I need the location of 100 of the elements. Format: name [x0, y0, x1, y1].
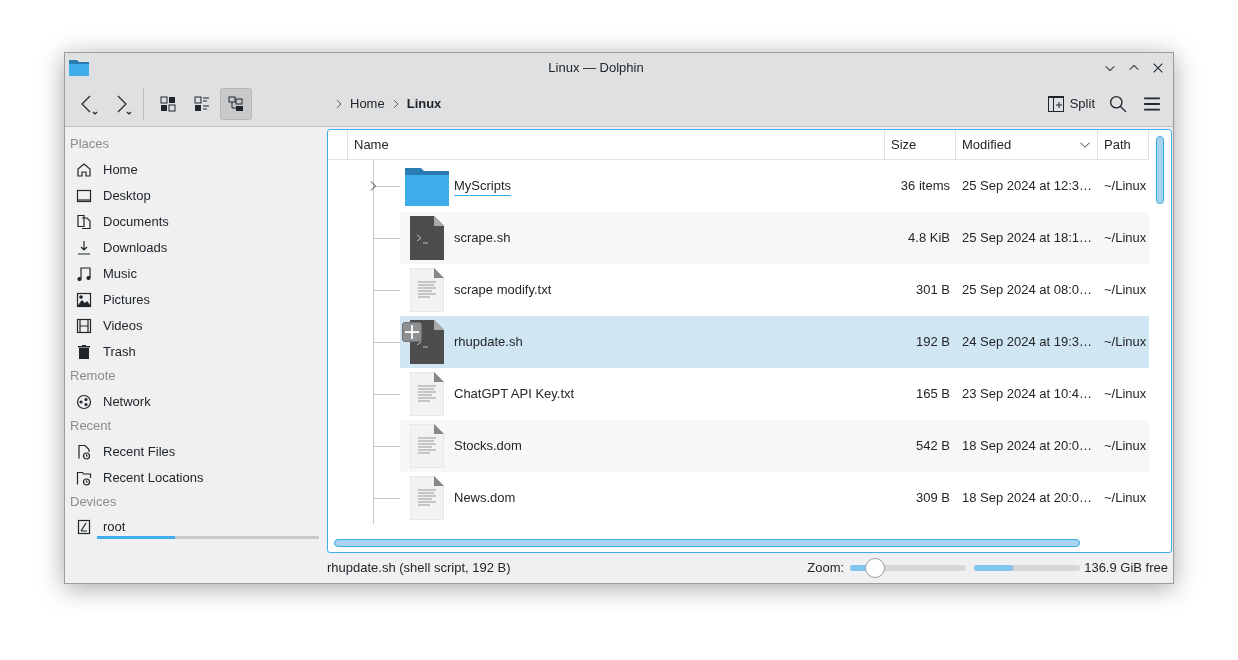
file-name: MyScripts: [454, 175, 512, 197]
column-label: Modified: [962, 135, 1013, 154]
documents-icon: [76, 214, 92, 230]
place-label: Documents: [103, 213, 169, 232]
breadcrumb-item[interactable]: Home: [350, 94, 385, 114]
recent-file-icon: [76, 444, 92, 460]
place-label: Trash: [103, 343, 136, 362]
section-header: Devices: [70, 493, 118, 511]
text-file-icon: [410, 476, 444, 520]
sidebar-item[interactable]: Videos: [70, 316, 319, 336]
path-cell-text: ~/Linux: [1103, 229, 1148, 248]
column-label: Name: [354, 135, 390, 154]
sidebar-item[interactable]: Trash: [70, 342, 319, 362]
zoom-slider[interactable]: [850, 558, 967, 578]
script-file-icon: [410, 216, 444, 260]
tree-icon: [228, 96, 244, 112]
zoom-label: Zoom:: [807, 559, 845, 578]
place-label: Home: [103, 161, 138, 180]
path-cell-text: ~/Linux: [1103, 281, 1148, 300]
modified-cell-text: 24 Sep 2024 at 19:3…: [961, 333, 1094, 352]
section-header: Recent: [70, 417, 113, 435]
place-label: Desktop: [103, 187, 151, 206]
file-name: scrape.sh: [454, 229, 511, 248]
split-button[interactable]: Split: [1047, 94, 1095, 114]
file-name: Stocks.dom: [454, 437, 522, 456]
text-file-icon: [410, 424, 444, 468]
folder-icon: [69, 59, 89, 76]
sidebar-item[interactable]: Network: [70, 392, 319, 412]
place-label: Network: [103, 393, 151, 412]
place-label: Recent Locations: [103, 469, 204, 488]
modified-cell-text: 25 Sep 2024 at 12:3…: [961, 177, 1094, 196]
column-header[interactable]: Modified: [956, 130, 1098, 159]
modified-cell-text: 18 Sep 2024 at 20:0…: [961, 437, 1094, 456]
place-label: Music: [103, 265, 137, 284]
grid-icon: [160, 96, 176, 112]
file-name: scrape modify.txt: [454, 281, 552, 300]
folder-icon: [405, 166, 449, 206]
text-file-icon: [410, 372, 444, 416]
window-title: Linux — Dolphin: [547, 58, 645, 77]
view-mode-button[interactable]: [220, 88, 252, 120]
column-label: Size: [891, 135, 918, 154]
vertical-scrollbar[interactable]: [1156, 136, 1164, 204]
place-label: Recent Files: [103, 443, 176, 462]
column-label: Path: [1104, 135, 1132, 154]
modified-cell-text: 25 Sep 2024 at 18:1…: [961, 229, 1094, 248]
drive-icon: [76, 518, 92, 535]
path-cell-text: ~/Linux: [1103, 333, 1148, 352]
size-cell-text: 165 B: [915, 385, 951, 404]
path-cell-text: ~/Linux: [1103, 437, 1148, 456]
column-header[interactable]: Path: [1098, 130, 1149, 159]
modified-cell-text: 25 Sep 2024 at 08:0…: [961, 281, 1094, 300]
download-icon: [76, 240, 92, 256]
sidebar-item[interactable]: Pictures: [70, 290, 319, 310]
column-header[interactable]: Size: [885, 130, 956, 159]
file-name: News.dom: [454, 489, 516, 508]
menu-icon[interactable]: [1143, 95, 1161, 113]
sidebar-item[interactable]: Documents: [70, 212, 319, 232]
size-cell-text: 309 B: [915, 489, 951, 508]
desktop-icon: [76, 188, 92, 204]
sidebar-item[interactable]: Recent Files: [70, 442, 319, 462]
place-label: Pictures: [103, 291, 150, 310]
sidebar-item[interactable]: Music: [70, 264, 319, 284]
sidebar-item[interactable]: Downloads: [70, 238, 319, 258]
picture-icon: [76, 292, 92, 308]
file-name: ChatGPT API Key.txt: [454, 385, 575, 404]
file-row[interactable]: Stocks.dom 542 B 18 Sep 2024 at 20:0… ~/Linux: [400, 420, 1149, 472]
modified-cell-text: 18 Sep 2024 at 20:0…: [961, 489, 1094, 508]
trash-icon: [76, 344, 92, 360]
file-row[interactable]: rhupdate.sh 192 B 24 Sep 2024 at 19:3… ~/Linux: [400, 316, 1149, 368]
place-label: Videos: [103, 317, 143, 336]
size-cell-text: 542 B: [915, 437, 951, 456]
home-icon: [76, 162, 92, 178]
list-icon: [194, 96, 210, 112]
sidebar-item[interactable]: Recent Locations: [70, 468, 319, 488]
zoom-slider-thumb[interactable]: [864, 558, 885, 578]
size-cell-text: 36 items: [899, 177, 951, 196]
free-space-text: 136.9 GiB free: [1084, 559, 1168, 578]
sidebar-item[interactable]: Desktop: [70, 186, 319, 206]
breadcrumb-item[interactable]: Linux: [406, 94, 442, 114]
select-toggle-icon[interactable]: [402, 322, 422, 342]
film-icon: [76, 318, 92, 334]
size-cell-text: 192 B: [915, 333, 951, 352]
text-file-icon: [410, 268, 444, 312]
file-row[interactable]: scrape.sh 4.8 KiB 25 Sep 2024 at 18:1… ~/Linux: [400, 212, 1149, 264]
search-icon[interactable]: [1109, 95, 1127, 113]
status-text: rhupdate.sh (shell script, 192 B): [327, 559, 512, 578]
section-header: Places: [70, 135, 111, 153]
place-label: Downloads: [103, 239, 168, 258]
modified-cell-text: 23 Sep 2024 at 10:4…: [961, 385, 1094, 404]
column-header[interactable]: Name: [348, 130, 885, 159]
size-cell-text: 4.8 KiB: [907, 229, 951, 248]
file-name: rhupdate.sh: [454, 333, 523, 352]
recent-folder-icon: [76, 470, 92, 486]
horizontal-scrollbar[interactable]: [334, 539, 1080, 547]
network-icon: [76, 394, 92, 410]
sidebar-item[interactable]: root: [70, 516, 319, 537]
section-header: Remote: [70, 367, 117, 385]
chevron-right-icon: [334, 99, 344, 109]
path-cell-text: ~/Linux: [1103, 177, 1148, 196]
sidebar-item[interactable]: Home: [70, 160, 319, 180]
